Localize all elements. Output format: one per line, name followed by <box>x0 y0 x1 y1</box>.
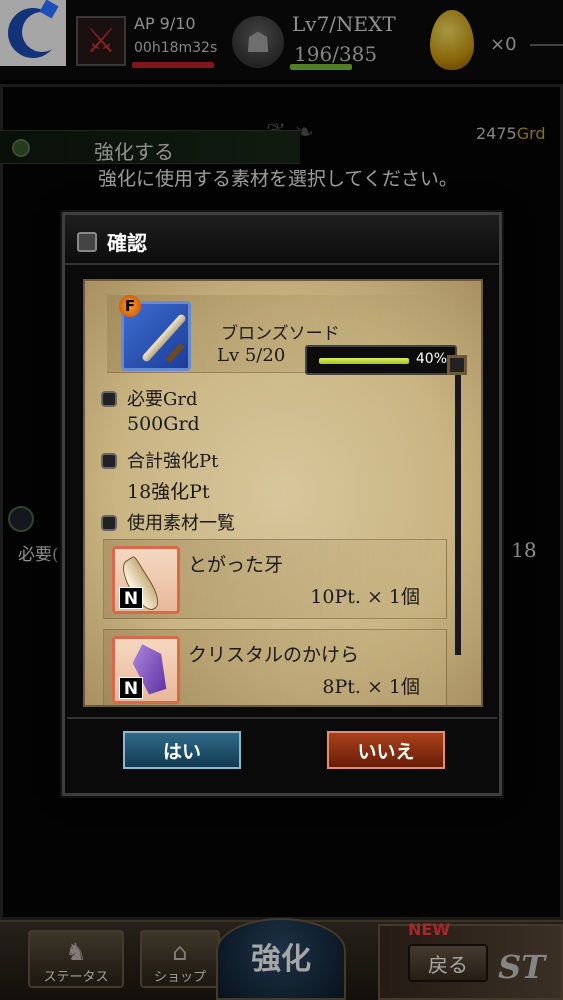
crystal-icon: N <box>112 636 180 704</box>
progress-percent: 40% <box>415 351 447 367</box>
item-level: Lv 5/20 <box>217 345 286 366</box>
bullet-icon <box>101 453 117 469</box>
dialog-title: 確認 <box>107 231 147 255</box>
required-grd-value: 500Grd <box>127 413 200 435</box>
material-name: とがった牙 <box>188 554 284 576</box>
dialog-header: 確認 <box>65 215 499 265</box>
material-quantity: 8Pt. × 1個 <box>322 676 420 698</box>
enhance-progress-bar: 40% <box>305 345 457 375</box>
total-pt-label: 合計強化Pt <box>127 451 219 472</box>
divider <box>67 717 497 719</box>
rank-badge: N <box>119 677 143 699</box>
rank-badge: N <box>119 587 143 609</box>
progress-fill <box>319 358 409 364</box>
yes-button[interactable]: はい <box>123 731 241 769</box>
target-item-row: F ブロンズソード Lv 5/20 40% <box>107 295 457 375</box>
materials-label: 使用素材一覧 <box>127 513 235 534</box>
total-pt-value: 18強化Pt <box>127 481 210 503</box>
no-button[interactable]: いいえ <box>327 731 445 769</box>
rank-badge: F <box>119 295 141 317</box>
sword-hilt <box>165 342 185 364</box>
scrollbar-track[interactable] <box>455 355 461 655</box>
dialog-content-scroll[interactable]: F ブロンズソード Lv 5/20 40% 必要Grd 500Grd 合計強化P… <box>83 279 483 707</box>
item-name: ブロンズソード <box>221 324 340 344</box>
confirm-dialog: 確認 F ブロンズソード Lv 5/20 40% 必要Grd 500Grd 合計… <box>62 212 502 796</box>
sword-blade <box>140 313 188 363</box>
fang-icon: N <box>112 546 180 614</box>
list-item[interactable]: N クリスタルのかけら 8Pt. × 1個 <box>103 629 447 705</box>
list-item[interactable]: N とがった牙 10Pt. × 1個 <box>103 539 447 619</box>
bullet-icon <box>101 391 117 407</box>
material-name: クリスタルのかけら <box>188 644 360 666</box>
required-grd-label: 必要Grd <box>127 389 198 410</box>
material-quantity: 10Pt. × 1個 <box>310 586 420 608</box>
scrollbar-thumb[interactable] <box>447 355 467 375</box>
bullet-icon <box>101 515 117 531</box>
square-bullet-icon <box>77 232 97 252</box>
